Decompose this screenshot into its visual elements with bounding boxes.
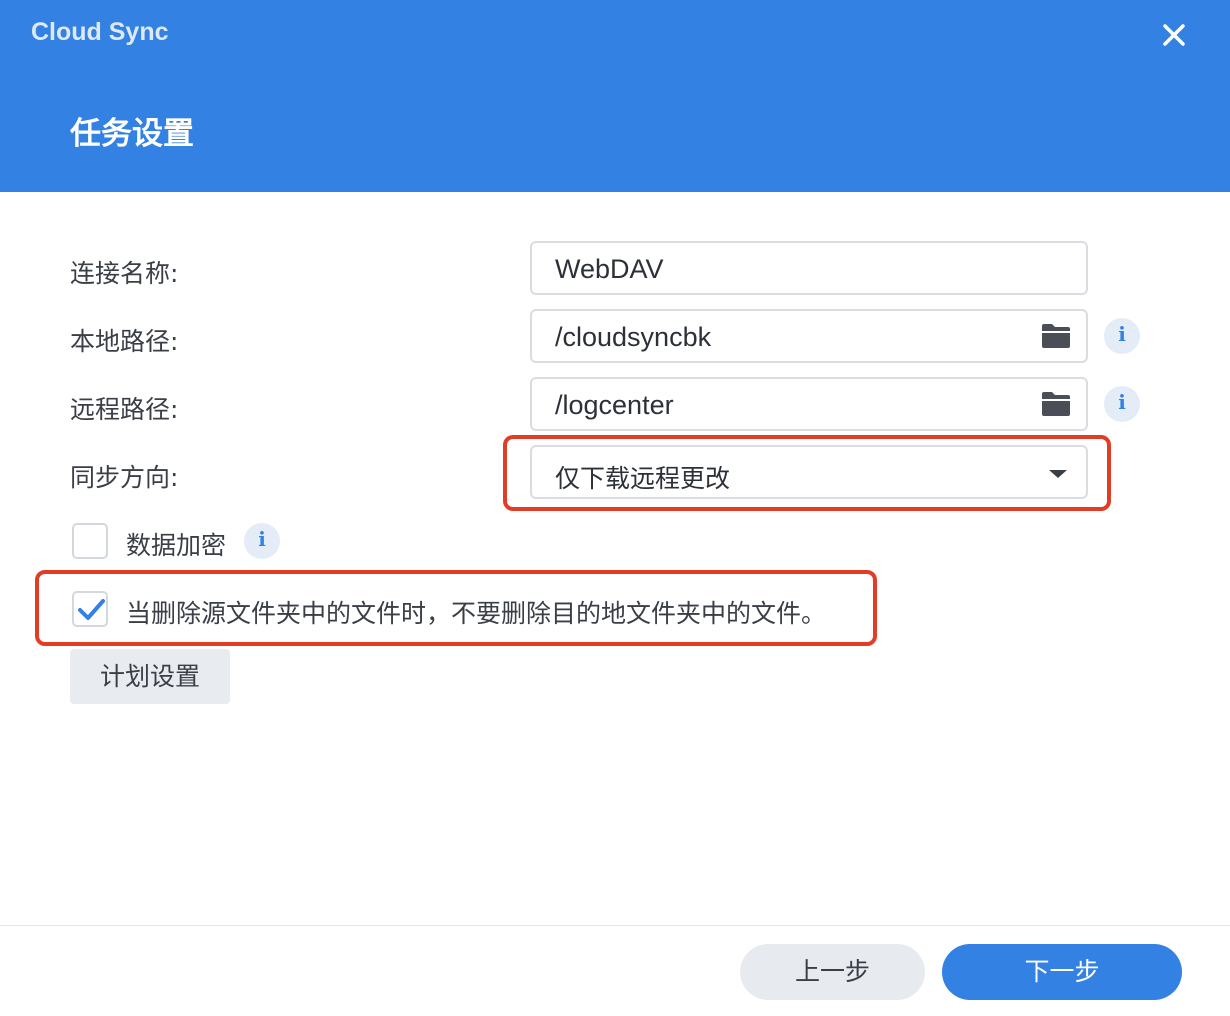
connection-name-value: WebDAV: [555, 254, 664, 284]
connection-name-label: 连接名称:: [70, 259, 179, 288]
folder-icon[interactable]: [1041, 323, 1071, 349]
local-path-info-icon[interactable]: i: [1104, 318, 1140, 354]
local-path-value: /cloudsyncbk: [555, 322, 712, 352]
local-path-input[interactable]: /cloudsyncbk: [530, 309, 1088, 363]
info-glyph: i: [1118, 390, 1126, 414]
next-button[interactable]: 下一步: [942, 944, 1182, 1000]
local-path-label: 本地路径:: [70, 327, 179, 356]
remote-path-value: /logcenter: [555, 390, 674, 420]
info-glyph: i: [258, 527, 266, 551]
sync-direction-label: 同步方向:: [70, 463, 179, 492]
encryption-checkbox[interactable]: [72, 523, 108, 559]
schedule-settings-button[interactable]: 计划设置: [70, 649, 230, 704]
app-title: Cloud Sync: [31, 18, 169, 46]
remote-path-label: 远程路径:: [70, 395, 179, 424]
remote-path-info-icon[interactable]: i: [1104, 386, 1140, 422]
dialog-header: Cloud Sync 任务设置: [0, 0, 1230, 192]
info-glyph: i: [1118, 322, 1126, 346]
remote-path-input[interactable]: /logcenter: [530, 377, 1088, 431]
previous-button[interactable]: 上一步: [740, 944, 925, 1000]
dialog-title: 任务设置: [70, 116, 194, 152]
connection-name-input[interactable]: WebDAV: [530, 241, 1088, 295]
folder-icon[interactable]: [1041, 391, 1071, 417]
highlight-box-keep-deleted: [35, 570, 877, 646]
close-icon[interactable]: [1156, 17, 1192, 53]
footer-divider: [0, 925, 1230, 926]
highlight-box-sync-direction: [503, 435, 1111, 511]
encryption-info-icon[interactable]: i: [244, 523, 280, 559]
encryption-label: 数据加密: [126, 531, 227, 560]
